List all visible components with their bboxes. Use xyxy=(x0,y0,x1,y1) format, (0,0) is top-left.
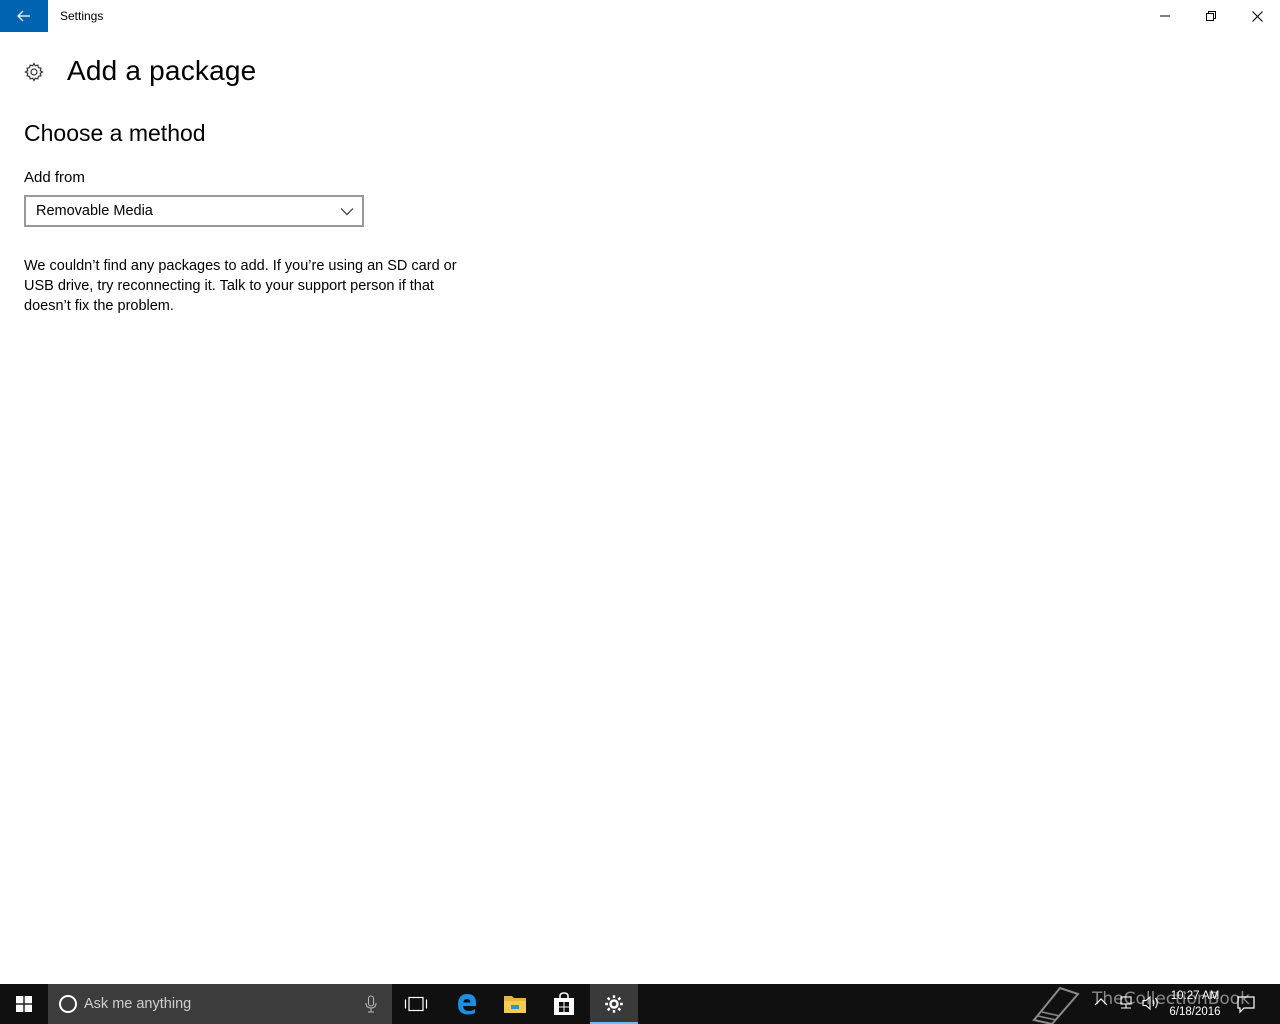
section-title: Choose a method xyxy=(24,120,206,146)
taskbar: Ask me anything TheCollectionBook 10:27 … xyxy=(0,984,1280,1024)
no-packages-message: We couldn’t find any packages to add. If… xyxy=(24,258,457,314)
edge-icon xyxy=(458,994,476,1015)
cortana-search-box[interactable]: Ask me anything xyxy=(48,984,392,1024)
task-view-button[interactable] xyxy=(392,984,440,1024)
add-from-label: Add from xyxy=(24,169,85,186)
add-from-selected-value: Removable Media xyxy=(36,203,153,219)
store-icon xyxy=(554,992,574,1015)
windows-logo-icon xyxy=(16,996,32,1012)
close-button[interactable] xyxy=(1234,0,1280,32)
back-arrow-icon xyxy=(17,10,30,22)
search-placeholder: Ask me anything xyxy=(84,996,192,1012)
volume-icon[interactable] xyxy=(1142,995,1160,1011)
microphone-icon[interactable] xyxy=(364,995,378,1013)
settings-taskbar-button[interactable] xyxy=(590,984,638,1024)
restore-icon xyxy=(1206,11,1216,21)
minimize-button[interactable] xyxy=(1142,0,1188,32)
window-title: Settings xyxy=(60,9,104,23)
edge-taskbar-button[interactable] xyxy=(443,984,491,1024)
chevron-up-icon[interactable] xyxy=(1094,996,1108,1008)
gear-icon xyxy=(605,995,623,1013)
chevron-down-icon xyxy=(340,208,354,216)
gear-icon xyxy=(24,62,44,82)
add-from-dropdown[interactable]: Removable Media xyxy=(24,195,364,227)
back-button[interactable] xyxy=(0,0,48,32)
start-button[interactable] xyxy=(0,984,48,1024)
clock-time: 10:27 AM xyxy=(1170,990,1220,1002)
page-title: Add a package xyxy=(67,55,257,86)
store-button[interactable] xyxy=(540,984,588,1024)
action-center-icon[interactable] xyxy=(1236,994,1256,1014)
file-explorer-button[interactable] xyxy=(491,984,539,1024)
book-watermark-icon xyxy=(1032,986,1080,1024)
folder-icon xyxy=(504,996,526,1013)
minimize-icon xyxy=(1160,15,1170,17)
network-icon[interactable] xyxy=(1118,995,1134,1011)
title-bar: Settings xyxy=(0,0,1280,32)
close-icon xyxy=(1251,10,1263,22)
clock[interactable]: 10:27 AM 6/18/2016 xyxy=(1166,988,1224,1020)
cortana-circle-icon xyxy=(59,995,77,1013)
restore-button[interactable] xyxy=(1188,0,1234,32)
task-view-icon xyxy=(404,996,428,1012)
clock-date: 6/18/2016 xyxy=(1169,1006,1221,1018)
